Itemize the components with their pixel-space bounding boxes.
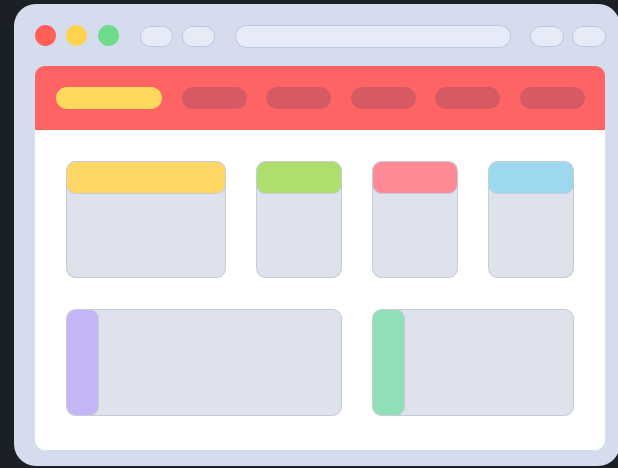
card-side-purple xyxy=(67,310,99,415)
toolbar-button-1[interactable] xyxy=(530,26,564,47)
forward-button[interactable] xyxy=(182,26,215,47)
card-wide[interactable] xyxy=(372,309,574,416)
minimize-dot-icon[interactable] xyxy=(66,25,87,46)
card-small[interactable] xyxy=(372,161,458,278)
page-viewport xyxy=(35,66,605,450)
nav-item[interactable] xyxy=(520,87,585,109)
navbar xyxy=(35,66,605,130)
card-side-mint xyxy=(373,310,405,415)
card-header-pink xyxy=(373,162,457,194)
card-small[interactable] xyxy=(256,161,342,278)
close-dot-icon[interactable] xyxy=(35,25,56,46)
nav-item[interactable] xyxy=(266,87,331,109)
nav-item-active[interactable] xyxy=(56,87,162,109)
nav-item[interactable] xyxy=(435,87,500,109)
back-button[interactable] xyxy=(140,26,173,47)
toolbar-button-2[interactable] xyxy=(572,26,606,47)
address-bar[interactable] xyxy=(235,25,511,48)
maximize-dot-icon[interactable] xyxy=(98,25,119,46)
card-small[interactable] xyxy=(488,161,574,278)
card-wide[interactable] xyxy=(66,309,342,416)
card-large[interactable] xyxy=(66,161,226,278)
nav-item[interactable] xyxy=(182,87,247,109)
card-header-blue xyxy=(489,162,573,194)
nav-item[interactable] xyxy=(351,87,416,109)
card-header-yellow xyxy=(67,162,225,194)
card-header-green xyxy=(257,162,341,194)
browser-window xyxy=(14,4,618,466)
